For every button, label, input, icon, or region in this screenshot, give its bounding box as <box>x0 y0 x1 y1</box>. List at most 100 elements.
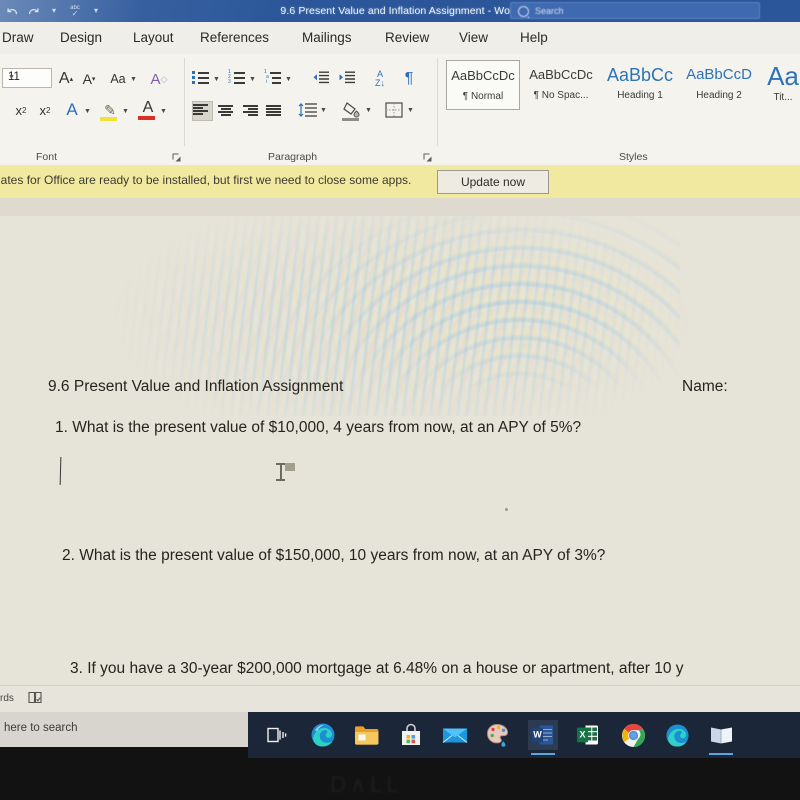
active-app-indicator <box>531 753 555 755</box>
align-left-icon[interactable] <box>192 101 213 121</box>
multilevel-list-icon[interactable]: 1 a i <box>264 70 281 85</box>
style-sample: AaBbCcDc <box>529 67 593 82</box>
style-sample: AaBbCcDc <box>451 68 515 83</box>
style-sample: Aa <box>767 61 799 91</box>
align-right-icon[interactable] <box>242 103 259 117</box>
text-effects-icon[interactable]: A <box>62 99 82 121</box>
shading-color-swatch <box>342 118 359 121</box>
sort-icon[interactable]: A Z↓ <box>369 68 391 90</box>
superscript-icon[interactable]: x2 <box>36 101 54 119</box>
multilevel-list-dropdown-icon[interactable]: ▼ <box>285 76 292 83</box>
windows-search-placeholder: here to search <box>4 722 78 734</box>
shrink-font-icon[interactable]: A ▾ <box>79 69 99 89</box>
search-placeholder: Search <box>535 6 564 16</box>
font-color-dropdown-icon[interactable]: ▼ <box>160 108 167 115</box>
ribbon-body: 11 ▼ A ▴ A ▾ Aa ▼ A ◇ x2 x2 A ▼ ✎ ▼ A ▼ Fon… <box>0 54 800 166</box>
doc-question-1: 1. What is the present value of $10,000,… <box>55 419 582 436</box>
tab-draw[interactable]: Draw <box>2 26 34 50</box>
ribbon-tab-strip[interactable]: Draw Design Layout References Mailings R… <box>0 22 800 55</box>
svg-text:W: W <box>533 730 542 740</box>
borders-icon[interactable] <box>384 101 404 119</box>
style-name: Heading 2 <box>696 90 742 101</box>
tab-view[interactable]: View <box>459 26 488 50</box>
tab-design[interactable]: Design <box>60 26 102 50</box>
word-application-window: ▾ abc ✓ ▾ 9.6 Present Value and Inflatio… <box>0 0 800 712</box>
increase-indent-icon[interactable] <box>338 70 356 86</box>
style-no-spacing[interactable]: AaBbCcDc ¶ No Spac... <box>523 60 599 108</box>
tab-layout[interactable]: Layout <box>133 26 174 50</box>
align-center-icon[interactable] <box>217 103 234 117</box>
running-app-indicator <box>709 753 733 755</box>
document-page[interactable] <box>0 216 800 685</box>
svg-text:X: X <box>579 730 585 740</box>
reader-icon[interactable] <box>706 720 736 755</box>
tab-mailings[interactable]: Mailings <box>302 26 352 50</box>
status-bar[interactable]: rds <box>0 685 800 712</box>
style-name: Heading 1 <box>617 90 663 101</box>
file-explorer-icon[interactable] <box>352 720 382 750</box>
ribbon-search-box[interactable]: Search <box>510 2 760 19</box>
title-bar: ▾ abc ✓ ▾ 9.6 Present Value and Inflatio… <box>0 0 800 22</box>
font-size-input[interactable]: 11 ▼ <box>2 68 52 88</box>
decrease-indent-icon[interactable] <box>312 70 330 86</box>
monitor-brand-mark: D∧LL <box>330 772 403 797</box>
style-title[interactable]: Aa Tit... <box>759 60 800 108</box>
style-normal[interactable]: AaBbCcDc ¶ Normal <box>446 60 520 110</box>
paragraph-dialog-launcher-icon[interactable] <box>423 153 432 162</box>
numbering-dropdown-icon[interactable]: ▼ <box>249 76 256 83</box>
text-effects-dropdown-icon[interactable]: ▼ <box>84 108 91 115</box>
font-size-dropdown-icon[interactable]: ▼ <box>8 74 46 81</box>
change-case-icon[interactable]: Aa <box>105 70 131 88</box>
windows-taskbar[interactable]: W X <box>248 712 800 758</box>
font-dialog-launcher-icon[interactable] <box>172 153 181 162</box>
group-label-styles: Styles <box>619 151 648 163</box>
windows-search-box[interactable]: here to search <box>0 712 248 747</box>
group-label-paragraph: Paragraph <box>268 151 318 163</box>
line-spacing-dropdown-icon[interactable]: ▼ <box>320 107 327 114</box>
grow-font-icon[interactable]: A ▴ <box>56 69 76 89</box>
proofing-errors-icon[interactable] <box>28 691 42 704</box>
office-update-notification-bar: dates for Office are ready to be install… <box>0 165 800 199</box>
bullets-dropdown-icon[interactable]: ▼ <box>213 76 220 83</box>
chrome-icon[interactable] <box>618 720 648 750</box>
task-view-icon[interactable] <box>262 720 292 750</box>
paint-icon[interactable] <box>484 720 514 750</box>
document-canvas[interactable]: 9.6 Present Value and Inflation Assignme… <box>0 198 800 685</box>
photo-of-monitor: ▾ abc ✓ ▾ 9.6 Present Value and Inflatio… <box>0 0 800 800</box>
bullets-icon[interactable] <box>192 70 209 84</box>
style-sample: AaBbCcD <box>686 66 752 83</box>
clear-formatting-icon[interactable]: A ◇ <box>148 68 170 90</box>
group-divider-2 <box>437 58 438 146</box>
subscript-icon[interactable]: x2 <box>12 101 30 119</box>
edge-icon[interactable] <box>308 720 338 750</box>
edge-icon-2[interactable] <box>662 720 692 750</box>
update-now-button[interactable]: Update now <box>437 170 549 194</box>
show-formatting-marks-icon[interactable]: ¶ <box>400 68 418 90</box>
shading-dropdown-icon[interactable]: ▼ <box>365 107 372 114</box>
font-color-icon[interactable]: A <box>138 98 158 118</box>
style-heading-2[interactable]: AaBbCcD Heading 2 <box>681 60 757 108</box>
page-speck <box>505 508 508 511</box>
tab-review[interactable]: Review <box>385 26 429 50</box>
numbering-icon[interactable]: 1 2 3 <box>228 70 245 85</box>
word-count-label[interactable]: rds <box>0 693 14 704</box>
text-highlight-dropdown-icon[interactable]: ▼ <box>122 108 129 115</box>
mail-icon[interactable] <box>440 720 470 750</box>
change-case-dropdown-icon[interactable]: ▼ <box>130 76 137 83</box>
microsoft-store-icon[interactable] <box>396 720 426 750</box>
shading-icon[interactable] <box>342 100 362 120</box>
style-heading-1[interactable]: AaBbCc Heading 1 <box>602 60 678 108</box>
group-divider-1 <box>184 58 185 146</box>
doc-question-2: 2. What is the present value of $150,000… <box>62 547 606 564</box>
justify-icon[interactable] <box>266 103 283 117</box>
line-spacing-icon[interactable] <box>298 101 318 119</box>
excel-icon[interactable]: X <box>573 720 603 750</box>
style-sample: AaBbCc <box>606 65 674 85</box>
font-color-swatch <box>138 116 155 120</box>
text-highlight-color-swatch <box>100 117 117 121</box>
tab-help[interactable]: Help <box>520 26 548 50</box>
word-icon[interactable]: W <box>528 720 558 755</box>
tab-references[interactable]: References <box>200 26 269 50</box>
cursor-format-flag-icon <box>285 463 295 471</box>
borders-dropdown-icon[interactable]: ▼ <box>407 107 414 114</box>
